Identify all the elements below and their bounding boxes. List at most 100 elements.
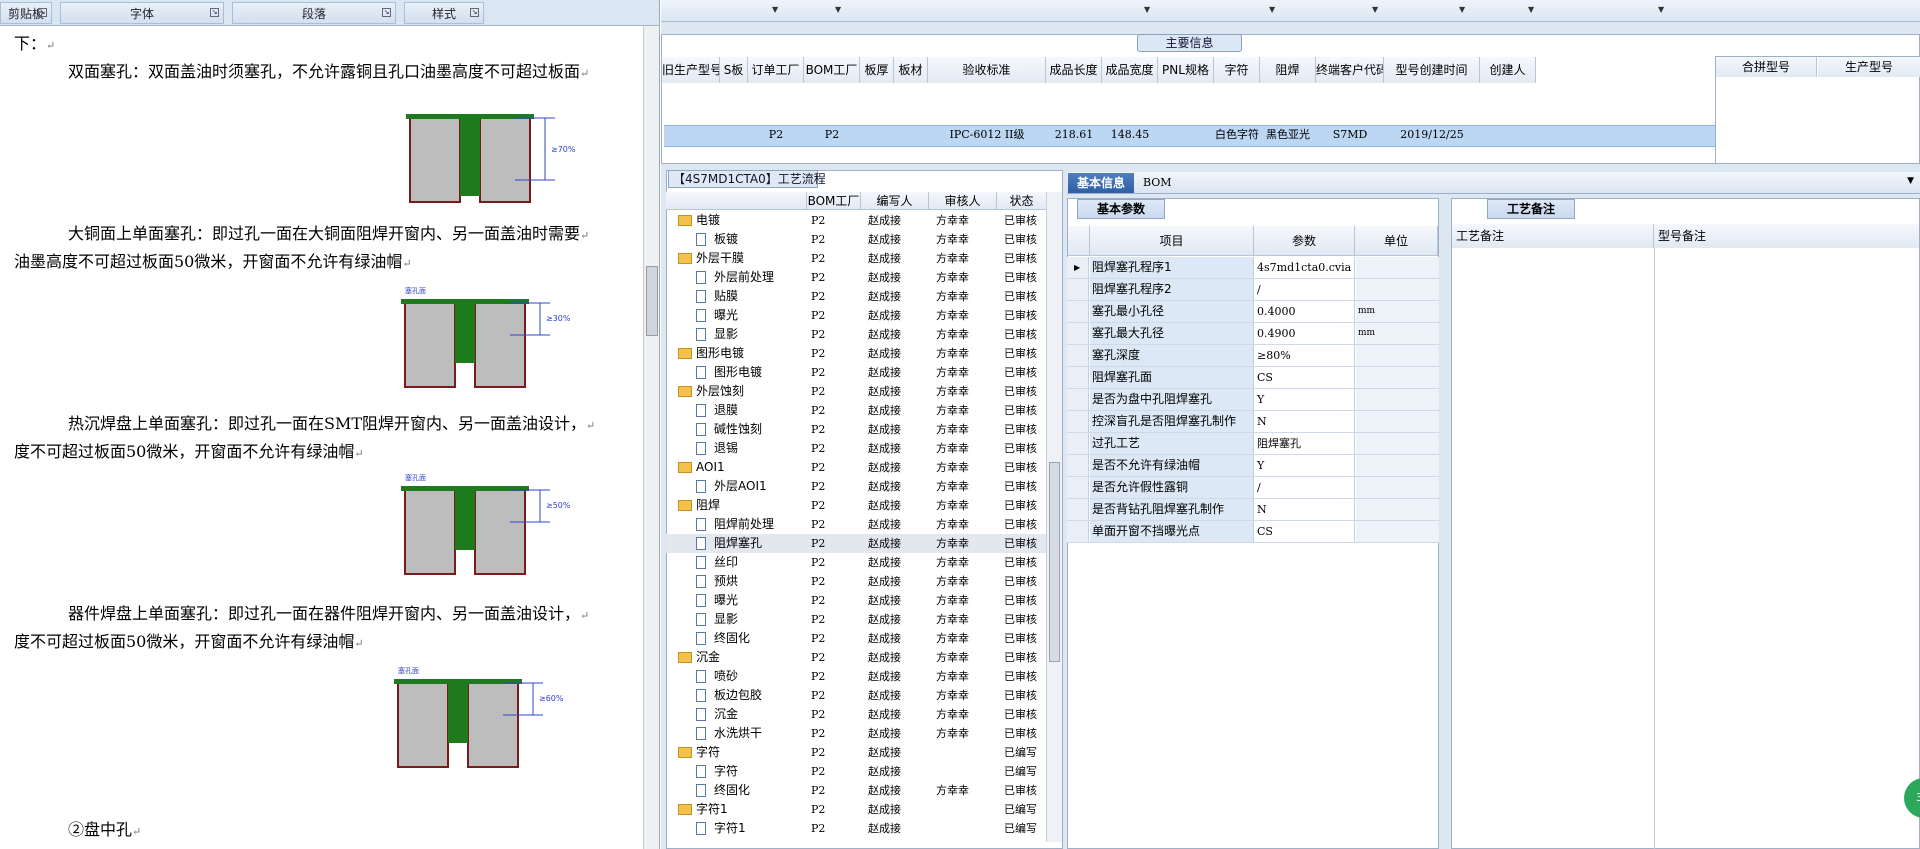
main-col-header[interactable]: 旧生产型号: [662, 57, 720, 83]
param-row[interactable]: 阻焊塞孔程序2/: [1067, 279, 1439, 301]
tree-node-group[interactable]: 图形电镀 P2 赵成接 方幸幸 已审核: [666, 344, 1046, 363]
param-row[interactable]: 是否背钻孔阻焊塞孔制作 N: [1067, 499, 1439, 521]
tree-node[interactable]: 曝光 P2 赵成接 方幸幸 已审核: [666, 306, 1046, 325]
main-cell[interactable]: 148.45: [1102, 125, 1158, 147]
param-value[interactable]: /: [1255, 477, 1355, 498]
main-cell[interactable]: P2: [748, 125, 804, 147]
dialog-launcher-icon[interactable]: ↘: [382, 8, 391, 17]
main-cell[interactable]: 白色字符: [1214, 125, 1260, 147]
main-cell[interactable]: S7MD: [1316, 125, 1384, 147]
tab-process-notes[interactable]: 工艺备注: [1487, 199, 1575, 219]
tree-node[interactable]: 板镀 P2 赵成接 方幸幸 已审核: [666, 230, 1046, 249]
ribbon-group-1[interactable]: 字体 ↘: [60, 2, 224, 24]
main-col-header[interactable]: 成品长度: [1046, 57, 1102, 83]
main-cell[interactable]: [860, 125, 894, 147]
tree-node[interactable]: 水洗烘干 P2 赵成接 方幸幸 已审核: [666, 724, 1046, 743]
param-value[interactable]: 4s7md1cta0.cvia: [1255, 257, 1355, 278]
dialog-launcher-icon[interactable]: ↘: [470, 8, 479, 17]
main-col-header[interactable]: 阻焊: [1260, 57, 1316, 83]
main-cell[interactable]: [1480, 125, 1536, 147]
main-cell[interactable]: [894, 125, 928, 147]
tree-node[interactable]: 曝光 P2 赵成接 方幸幸 已审核: [666, 591, 1046, 610]
param-value[interactable]: ≥80%: [1255, 345, 1355, 366]
param-value[interactable]: 阻焊塞孔: [1255, 433, 1355, 454]
tree-node[interactable]: 显影 P2 赵成接 方幸幸 已审核: [666, 325, 1046, 344]
tree-node[interactable]: 阻焊前处理 P2 赵成接 方幸幸 已审核: [666, 515, 1046, 534]
chevron-down-icon[interactable]: ▼: [1372, 5, 1378, 14]
chevron-down-icon[interactable]: ▼: [1658, 5, 1664, 14]
document-scrollbar[interactable]: [643, 26, 659, 849]
tree-node[interactable]: 显影 P2 赵成接 方幸幸 已审核: [666, 610, 1046, 629]
param-row[interactable]: 塞孔最大孔径 0.4900 mm: [1067, 323, 1439, 345]
param-value[interactable]: N: [1255, 411, 1355, 432]
param-value[interactable]: N: [1255, 499, 1355, 520]
param-value[interactable]: CS: [1255, 367, 1355, 388]
tree-node[interactable]: 终固化 P2 赵成接 方幸幸 已审核: [666, 781, 1046, 800]
main-cell[interactable]: 黑色亚光: [1260, 125, 1316, 147]
param-value[interactable]: 0.4900: [1255, 323, 1355, 344]
tree-node-group[interactable]: 阻焊 P2 赵成接 方幸幸 已审核: [666, 496, 1046, 515]
tree-node[interactable]: 预烘 P2 赵成接 方幸幸 已审核: [666, 572, 1046, 591]
chevron-down-icon[interactable]: ▼: [1144, 5, 1150, 14]
tree-node[interactable]: 贴膜 P2 赵成接 方幸幸 已审核: [666, 287, 1046, 306]
ribbon-group-2[interactable]: 段落 ↘: [232, 2, 396, 24]
tree-node[interactable]: 退锡 P2 赵成接 方幸幸 已审核: [666, 439, 1046, 458]
main-cell[interactable]: [720, 125, 748, 147]
tree-node[interactable]: 喷砂 P2 赵成接 方幸幸 已审核: [666, 667, 1046, 686]
param-row[interactable]: 是否允许假性露铜 /: [1067, 477, 1439, 499]
main-col-header[interactable]: 字符: [1214, 57, 1260, 83]
main-col-header[interactable]: 成品宽度: [1102, 57, 1158, 83]
chevron-down-icon[interactable]: ▼: [835, 5, 841, 14]
param-row[interactable]: 单面开窗不挡曝光点 CS: [1067, 521, 1439, 543]
tree-node[interactable]: 终固化 P2 赵成接 方幸幸 已审核: [666, 629, 1046, 648]
chevron-down-icon[interactable]: ▼: [772, 5, 778, 14]
param-row[interactable]: 是否不允许有绿油帽 Y: [1067, 455, 1439, 477]
chevron-down-icon[interactable]: ▼: [1528, 5, 1534, 14]
main-col-header[interactable]: 终端客户代码: [1316, 57, 1384, 83]
chevron-down-icon[interactable]: ▼: [1269, 5, 1275, 14]
tree-node[interactable]: 沉金 P2 赵成接 方幸幸 已审核: [666, 705, 1046, 724]
tree-node[interactable]: 板边包胶 P2 赵成接 方幸幸 已审核: [666, 686, 1046, 705]
main-col-header[interactable]: PNL规格: [1158, 57, 1214, 83]
ribbon-group-0[interactable]: 剪贴板 ↘: [0, 2, 52, 24]
main-cell[interactable]: 218.61: [1046, 125, 1102, 147]
param-row[interactable]: ▶ 阻焊塞孔程序1 4s7md1cta0.cvia: [1067, 257, 1439, 279]
chevron-down-icon[interactable]: ▼: [1907, 176, 1914, 186]
param-value[interactable]: Y: [1255, 389, 1355, 410]
tab-bom[interactable]: BOM: [1143, 176, 1172, 189]
main-col-header[interactable]: 验收标准: [928, 57, 1046, 83]
document-pane[interactable]: 剪贴板 ↘ 字体 ↘ 段落 ↘ 样式 ↘ 下：↵ 双面塞孔：双面盖油时须塞孔，不允许露铜且孔口油…: [0, 0, 660, 849]
dialog-launcher-icon[interactable]: ↘: [38, 8, 47, 17]
param-value[interactable]: Y: [1255, 455, 1355, 476]
main-cell[interactable]: IPC-6012 II级: [928, 125, 1046, 147]
param-row[interactable]: 是否为盘中孔阻焊塞孔 Y: [1067, 389, 1439, 411]
tree-node-group[interactable]: 外层蚀刻 P2 赵成接 方幸幸 已审核: [666, 382, 1046, 401]
param-row[interactable]: 阻焊塞孔面 CS: [1067, 367, 1439, 389]
tab-basic-params[interactable]: 基本参数: [1077, 199, 1165, 219]
main-cell[interactable]: [1158, 125, 1214, 147]
tree-scrollbar[interactable]: [1046, 192, 1062, 842]
chevron-down-icon[interactable]: ▼: [1459, 5, 1465, 14]
param-value[interactable]: /: [1255, 279, 1355, 300]
tree-node-group[interactable]: 沉金 P2 赵成接 方幸幸 已审核: [666, 648, 1046, 667]
tree-node[interactable]: 字符 P2 赵成接 已编写: [666, 762, 1046, 781]
scroll-thumb[interactable]: [646, 266, 658, 336]
param-row[interactable]: 塞孔深度 ≥80%: [1067, 345, 1439, 367]
dialog-launcher-icon[interactable]: ↘: [210, 8, 219, 17]
tree-node[interactable]: 碱性蚀刻 P2 赵成接 方幸幸 已审核: [666, 420, 1046, 439]
tree-node[interactable]: 阻焊塞孔 P2 赵成接 方幸幸 已审核: [666, 534, 1046, 553]
main-cell[interactable]: 2019/12/25: [1384, 125, 1480, 147]
tree-node-group[interactable]: 电镀 P2 赵成接 方幸幸 已审核: [666, 211, 1046, 230]
tree-node[interactable]: 退膜 P2 赵成接 方幸幸 已审核: [666, 401, 1046, 420]
tree-node-group[interactable]: 字符 P2 赵成接 已编写: [666, 743, 1046, 762]
tree-node[interactable]: 外层AOI1 P2 赵成接 方幸幸 已审核: [666, 477, 1046, 496]
tree-node[interactable]: 外层前处理 P2 赵成接 方幸幸 已审核: [666, 268, 1046, 287]
tree-node-group[interactable]: 字符1 P2 赵成接 已编写: [666, 800, 1046, 819]
model-notes-textarea[interactable]: [1655, 248, 1919, 848]
main-col-header[interactable]: 板厚: [860, 57, 894, 83]
tree-node[interactable]: 丝印 P2 赵成接 方幸幸 已审核: [666, 553, 1046, 572]
main-col-header[interactable]: 订单工厂: [748, 57, 804, 83]
param-row[interactable]: 过孔工艺 阻焊塞孔: [1067, 433, 1439, 455]
param-value[interactable]: 0.4000: [1255, 301, 1355, 322]
tree-node-group[interactable]: 外层干膜 P2 赵成接 方幸幸 已审核: [666, 249, 1046, 268]
